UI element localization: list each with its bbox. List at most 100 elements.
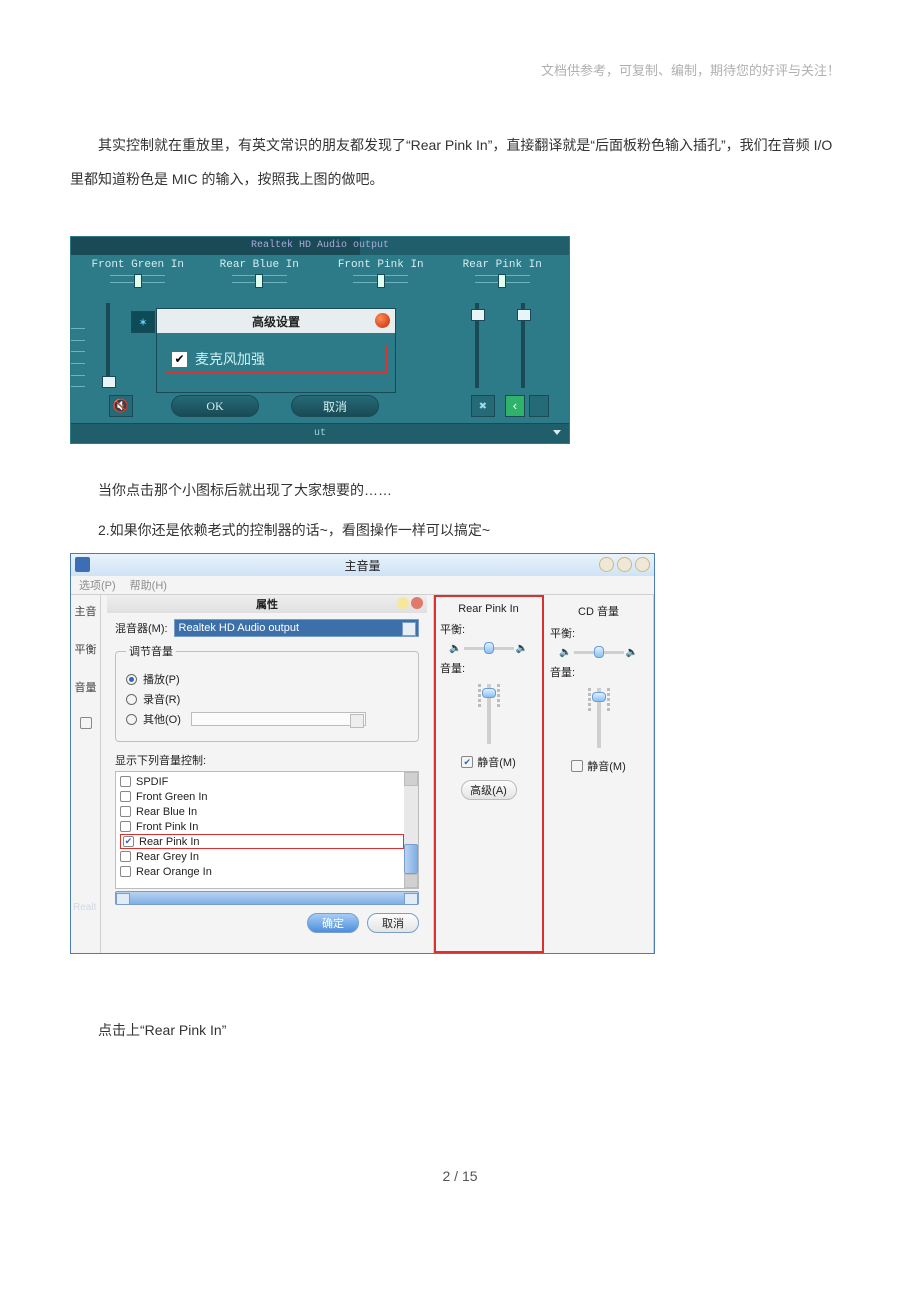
item-checkbox[interactable] [120, 866, 131, 877]
balance-slider[interactable]: 🔈 🔈 [449, 643, 528, 654]
list-scrollbar[interactable] [404, 772, 418, 888]
list-item[interactable]: SPDIF [120, 774, 404, 789]
arrow-left-icon[interactable]: ‹ [505, 395, 525, 417]
channel-rear-pink-in: Rear Pink In 平衡: 🔈 🔈 音量: ✔ 静音(M) 高级( [434, 595, 544, 953]
advanced-dialog-title-text: 高级设置 [252, 313, 300, 330]
balance-label: 平衡: [550, 625, 575, 641]
list-hscrollbar[interactable] [115, 891, 419, 905]
item-label: Rear Orange In [136, 866, 212, 878]
advanced-trigger-icon[interactable]: ✶ [131, 311, 155, 333]
balance-slider[interactable] [110, 275, 165, 283]
group-legend: 调节音量 [126, 643, 176, 659]
close-icon[interactable] [411, 597, 423, 609]
screenshot-volume-control: 主音量 选项(P) 帮助(H) 主音 平衡 音量 Realt 属性 [70, 553, 655, 954]
tool-icon[interactable]: ✖ [471, 395, 495, 417]
mute-checkbox-checked[interactable]: ✔ [461, 756, 473, 768]
mute-checkbox[interactable] [571, 760, 583, 772]
mixer-select[interactable]: Realtek HD Audio output [174, 619, 419, 637]
cd-title: CD 音量 [578, 603, 619, 619]
list-item[interactable]: Front Green In [120, 789, 404, 804]
list-item[interactable]: Rear Orange In [120, 864, 404, 879]
properties-window-buttons [397, 597, 423, 609]
scroll-right-icon[interactable] [529, 395, 549, 417]
minimize-button[interactable] [599, 557, 614, 572]
channel-header-row: Front Green In Rear Blue In Front Pink I… [71, 255, 569, 283]
paragraph-old-controller: 2.如果你还是依赖老式的控制器的话~，看图操作一样可以搞定~ [70, 514, 850, 548]
item-checkbox[interactable] [120, 791, 131, 802]
item-checkbox[interactable] [120, 806, 131, 817]
ch-front-pink-label: Front Pink In [338, 259, 424, 271]
vol-slider-front-green[interactable] [106, 303, 110, 388]
mute-row[interactable]: 静音(M) [571, 758, 626, 774]
radio-play-row[interactable]: 播放(P) [126, 671, 408, 687]
ch-rear-blue-label: Rear Blue In [220, 259, 299, 271]
list-item[interactable]: Rear Blue In [120, 804, 404, 819]
radio-play-label: 播放(P) [143, 671, 180, 687]
ch-front-green: Front Green In [77, 259, 199, 283]
item-checkbox[interactable] [120, 821, 131, 832]
speaker-right-icon: 🔈 [516, 643, 528, 654]
volume-left-peek: 主音 平衡 音量 [71, 595, 101, 953]
list-item[interactable]: Rear Grey In [120, 849, 404, 864]
radio-record[interactable] [126, 694, 137, 705]
mute-row[interactable]: ✔ 静音(M) [461, 754, 516, 770]
mic-boost-row[interactable]: ✔ 麦克风加强 [165, 345, 387, 373]
list-item[interactable]: Front Pink In [120, 819, 404, 834]
menu-options[interactable]: 选项(P) [79, 577, 116, 593]
scroll-up-icon[interactable] [404, 772, 418, 786]
item-checkbox[interactable] [120, 776, 131, 787]
volume-slider[interactable] [478, 684, 500, 744]
properties-area: Realt 属性 混音器(M): Realtek HD Audio output [101, 595, 434, 953]
speaker-left-icon: 🔈 [559, 647, 571, 658]
balance-slider[interactable] [475, 275, 530, 283]
ch-front-pink: Front Pink In [320, 259, 442, 283]
volume-label: 音量: [550, 664, 575, 680]
item-label: Rear Grey In [136, 851, 199, 863]
radio-other-row[interactable]: 其他(O) [126, 711, 408, 727]
left-label-balance: 平衡 [75, 641, 97, 657]
radio-other[interactable] [126, 714, 137, 725]
ok-button[interactable]: OK [171, 395, 259, 417]
min-icon[interactable] [397, 597, 409, 609]
volume-slider[interactable] [588, 688, 610, 748]
list-item-rear-pink[interactable]: ✔ Rear Pink In [120, 834, 404, 849]
properties-dialog: 属性 混音器(M): Realtek HD Audio output 调节音量 [107, 595, 427, 947]
balance-slider[interactable]: 🔈 🔈 [559, 647, 638, 658]
radio-record-label: 录音(R) [143, 691, 180, 707]
cancel-button[interactable]: 取消 [367, 913, 419, 933]
other-select[interactable] [191, 712, 366, 726]
vol-slider-rear-pink[interactable] [521, 303, 525, 388]
close-button[interactable] [635, 557, 650, 572]
item-label: Rear Pink In [139, 836, 200, 848]
rear-pink-title: Rear Pink In [458, 603, 519, 615]
ok-button[interactable]: 确定 [307, 913, 359, 933]
scroll-down-icon[interactable] [404, 874, 418, 888]
properties-title-text: 属性 [256, 596, 278, 612]
maximize-button[interactable] [617, 557, 632, 572]
realtek-footer-strip: ut [71, 423, 569, 443]
vol-slider-front-pink[interactable] [475, 303, 479, 388]
balance-slider[interactable] [353, 275, 408, 283]
close-icon[interactable] [375, 313, 390, 328]
adjust-volume-group: 调节音量 播放(P) 录音(R) 其他(O) [115, 643, 419, 742]
cancel-button[interactable]: 取消 [291, 395, 379, 417]
mic-boost-checkbox[interactable]: ✔ [172, 352, 187, 367]
menu-help[interactable]: 帮助(H) [130, 577, 167, 593]
app-icon [75, 557, 90, 572]
mute-toggle-icon[interactable]: 🔇 [109, 395, 133, 417]
item-label: Front Pink In [136, 821, 198, 833]
advanced-button[interactable]: 高级(A) [461, 780, 517, 800]
left-label-volume: 音量 [75, 679, 97, 695]
speaker-left-icon: 🔈 [449, 643, 461, 654]
balance-slider[interactable] [232, 275, 287, 283]
item-checkbox-checked[interactable]: ✔ [123, 836, 134, 847]
channel-cd-volume: CD 音量 平衡: 🔈 🔈 音量: 静音(M) [544, 595, 654, 953]
item-checkbox[interactable] [120, 851, 131, 862]
scroll-thumb[interactable] [404, 844, 418, 874]
chevron-down-icon[interactable] [553, 430, 561, 435]
item-label: Front Green In [136, 791, 208, 803]
ch-rear-pink-label: Rear Pink In [463, 259, 542, 271]
paragraph-intro: 其实控制就在重放里，有英文常识的朋友都发现了“Rear Pink In”，直接翻… [70, 129, 850, 196]
radio-record-row[interactable]: 录音(R) [126, 691, 408, 707]
radio-play[interactable] [126, 674, 137, 685]
